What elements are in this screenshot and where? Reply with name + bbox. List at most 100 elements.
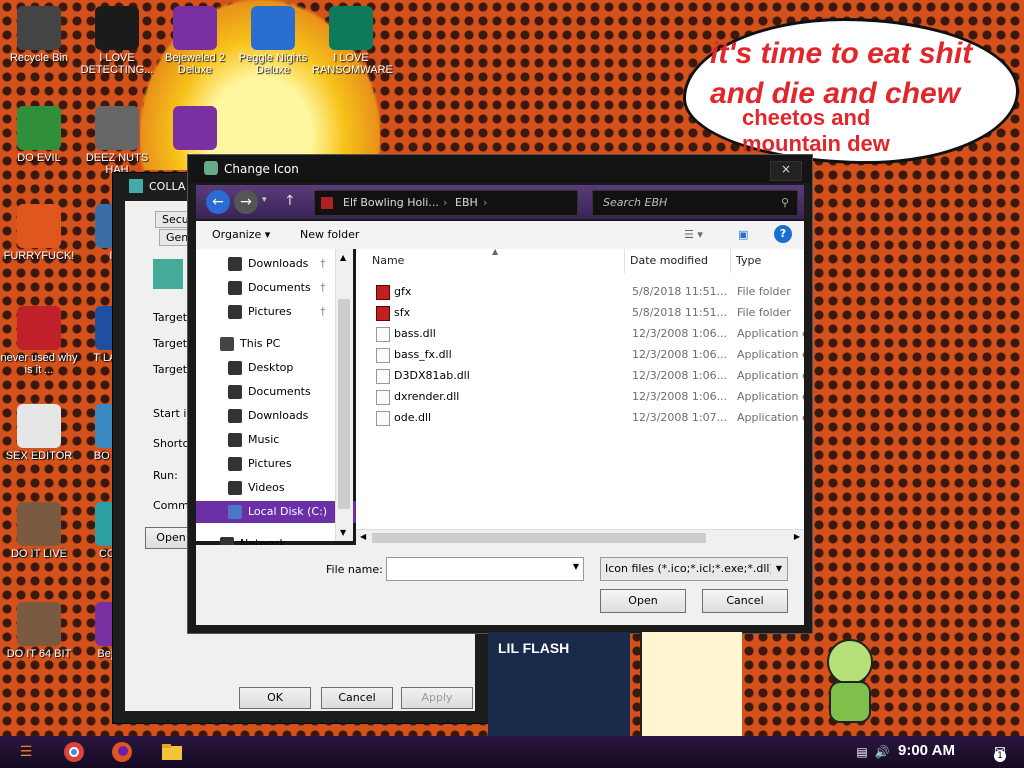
file-name-input[interactable]: ▼: [386, 557, 584, 581]
desktop-icon[interactable]: Peggle Nights Deluxe: [234, 6, 312, 76]
start-icon[interactable]: ☰: [10, 738, 42, 766]
recent-locations-chevron-icon[interactable]: ▾: [262, 195, 267, 205]
preview-pane-icon[interactable]: ▣: [738, 228, 748, 241]
file-name: bass.dll: [394, 327, 436, 340]
desktop-icon[interactable]: DO IT LIVE: [0, 502, 78, 560]
de-app-icon: [95, 6, 139, 50]
volume-icon[interactable]: 🔊: [866, 738, 898, 766]
desktop-icon[interactable]: SEX EDITOR: [0, 404, 78, 462]
desktop-icon-label: I LOVE RANSOMWARE: [312, 52, 393, 76]
file-name-dropdown-icon[interactable]: ▼: [573, 562, 579, 571]
desktop-icon[interactable]: FURRYFUCK!: [0, 204, 78, 262]
desktop-icon[interactable]: Recycle Bin: [0, 6, 78, 64]
file-row[interactable]: gfx 5/8/2018 11:51... File folder: [356, 281, 804, 302]
nav-item[interactable]: Downloads †: [228, 253, 338, 275]
nav-item[interactable]: Desktop: [228, 357, 338, 379]
desktop-icon-label: SEX EDITOR: [5, 450, 73, 462]
file-explorer-taskbar-icon[interactable]: [156, 738, 188, 766]
speech-bubble: it's time to eat shit and die and chew c…: [683, 18, 1019, 164]
file-name: D3DX81ab.dll: [394, 369, 470, 382]
desktop-icon[interactable]: I LOVE RANSOMWARE: [312, 6, 393, 76]
cancel-button[interactable]: Cancel: [702, 589, 788, 613]
open-button[interactable]: Open: [600, 589, 686, 613]
desktop-icon[interactable]: never used why is it ...: [0, 306, 78, 376]
nav-scroll-up-icon[interactable]: ▲: [340, 253, 346, 262]
desktop-icon-label: DO IT 64 BIT: [6, 648, 72, 660]
column-header-date[interactable]: Date modified: [630, 249, 731, 273]
file-list: Name ▲ Date modified Type gfx 5/8/2018 11…: [356, 249, 804, 541]
help-icon[interactable]: ?: [774, 225, 792, 243]
speech-line-1: it's time to eat shit: [710, 37, 973, 70]
view-options-icon[interactable]: ☰ ▾: [684, 228, 703, 241]
window-app-icon: [129, 179, 143, 193]
portrait-icon: [17, 502, 61, 546]
organize-button[interactable]: Organize ▾: [212, 228, 270, 241]
horizontal-scroll-thumb[interactable]: [372, 533, 706, 543]
close-button[interactable]: ×: [770, 161, 802, 181]
dialog-titlebar[interactable]: Change Icon ×: [188, 155, 812, 183]
chrome-icon: [17, 106, 61, 150]
column-header-name[interactable]: Name: [372, 249, 625, 273]
nav-item[interactable]: Pictures: [228, 453, 338, 475]
file-type: Application ext: [737, 411, 804, 424]
scroll-left-icon[interactable]: ◀: [360, 532, 366, 541]
scroll-right-icon[interactable]: ▶: [794, 532, 800, 541]
nav-item-icon: [228, 481, 242, 495]
nav-item[interactable]: Documents †: [228, 277, 338, 299]
ok-button[interactable]: OK: [239, 687, 311, 709]
taskbar: ☰ ▤ 🔊 9:00 AM ✉ 1: [0, 736, 1024, 768]
breadcrumb-separator-icon: ›: [443, 196, 448, 209]
file-type: Application ext: [737, 327, 804, 340]
file-type: Application ext: [737, 390, 804, 403]
file-name: sfx: [394, 306, 411, 319]
file-type-dropdown-icon[interactable]: ▼: [771, 558, 787, 580]
sort-ascending-icon: ▲: [492, 249, 499, 256]
file-row[interactable]: ode.dll 12/3/2008 1:07... Application ext: [356, 407, 804, 428]
nav-item[interactable]: Documents: [228, 381, 338, 403]
navigation-pane: Downloads † Documents † Pictures † This PC Desk…: [196, 249, 367, 551]
nav-item-icon: [228, 505, 242, 519]
desktop-icon[interactable]: Bejeweled 2 Deluxe: [156, 6, 234, 76]
back-button[interactable]: ←: [206, 190, 230, 214]
taskbar-clock[interactable]: 9:00 AM: [898, 742, 955, 759]
breadcrumb-item-elf-bowling[interactable]: Elf Bowling Holi...: [343, 191, 439, 215]
nav-item[interactable]: Pictures †: [228, 301, 338, 323]
file-row[interactable]: sfx 5/8/2018 11:51... File folder: [356, 302, 804, 323]
file-row[interactable]: bass_fx.dll 12/3/2008 1:06... Application …: [356, 344, 804, 365]
file-date: 12/3/2008 1:06...: [632, 369, 728, 382]
new-folder-button[interactable]: New folder: [300, 228, 359, 241]
forward-button[interactable]: →: [234, 190, 258, 214]
column-header-type[interactable]: Type: [736, 249, 804, 273]
desktop-icon[interactable]: DO IT 64 BIT: [0, 602, 78, 660]
file-name: dxrender.dll: [394, 390, 460, 403]
change-icon-dialog[interactable]: Change Icon × ← → ▾ ↑ Elf Bowling Holi..…: [187, 154, 813, 634]
firefox-taskbar-icon[interactable]: [106, 738, 138, 766]
breadcrumb-item-ebh[interactable]: EBH: [455, 191, 478, 215]
desktop-icon[interactable]: I LOVE DETECTING...: [78, 6, 156, 76]
up-arrow-icon[interactable]: ↑: [284, 193, 296, 209]
nav-item[interactable]: Music: [228, 429, 338, 451]
search-icon: ⚲: [780, 196, 789, 209]
file-row[interactable]: bass.dll 12/3/2008 1:06... Application ext: [356, 323, 804, 344]
nav-item-icon: [228, 361, 242, 375]
nav-item[interactable]: This PC: [220, 333, 330, 355]
nav-item[interactable]: Downloads: [228, 405, 338, 427]
hxd-icon: [17, 404, 61, 448]
nav-scrollbar[interactable]: ▲ ▼: [335, 249, 353, 541]
file-row[interactable]: D3DX81ab.dll 12/3/2008 1:06... Application…: [356, 365, 804, 386]
path-box[interactable]: Elf Bowling Holi... › EBH ›: [314, 190, 578, 216]
dll-file-icon: [376, 348, 390, 363]
props-cancel-button[interactable]: Cancel: [321, 687, 393, 709]
file-list-scrollbar[interactable]: ◀ ▶: [356, 529, 804, 546]
chrome-taskbar-icon[interactable]: [58, 738, 90, 766]
apply-button[interactable]: Apply: [401, 687, 473, 709]
nav-item[interactable]: Videos: [228, 477, 338, 499]
desktop-icon[interactable]: DEEZ NUTS HAH: [78, 106, 156, 176]
nav-scroll-thumb[interactable]: [338, 299, 350, 509]
desktop-icon[interactable]: DO EVIL: [0, 106, 78, 164]
pin-icon: †: [320, 305, 326, 318]
nav-scroll-down-icon[interactable]: ▼: [340, 528, 346, 537]
search-input[interactable]: Search EBH ⚲: [592, 190, 798, 216]
file-type-select[interactable]: Icon files (*.ico;*.icl;*.exe;*.dll) ▼: [600, 557, 788, 581]
file-row[interactable]: dxrender.dll 12/3/2008 1:06... Application…: [356, 386, 804, 407]
